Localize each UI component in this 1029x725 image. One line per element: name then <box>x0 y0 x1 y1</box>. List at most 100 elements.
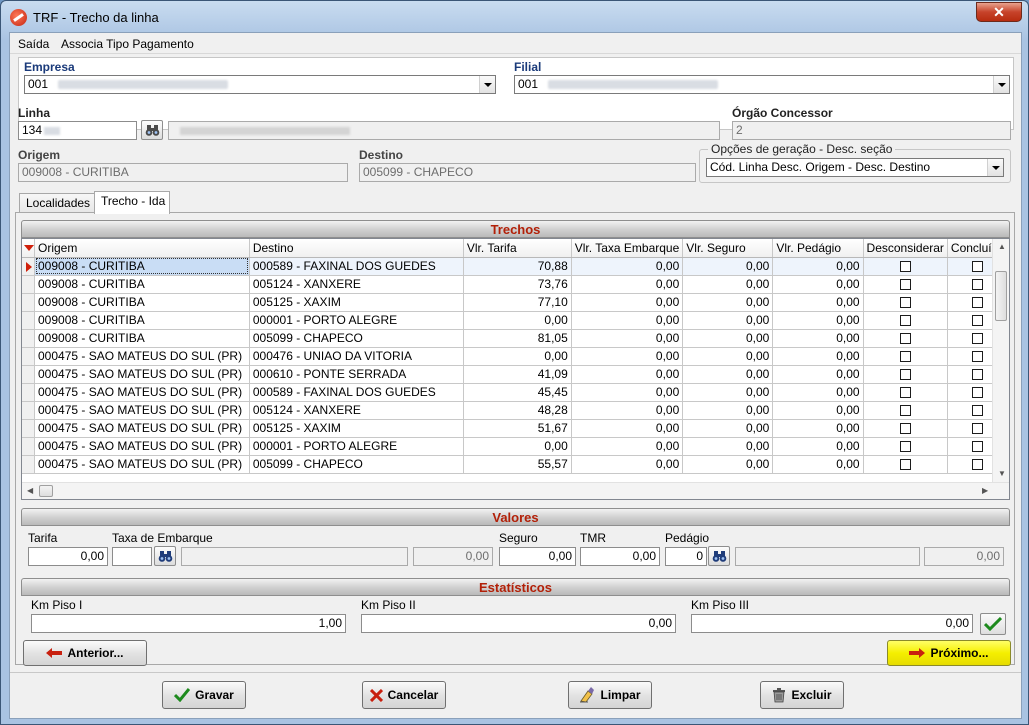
cell-tarifa[interactable]: 0,00 <box>463 437 572 456</box>
taxa-embarque-input[interactable] <box>112 547 152 566</box>
proximo-button[interactable]: Próximo... <box>887 640 1011 666</box>
concluido-checkbox[interactable] <box>972 279 984 291</box>
tab-localidades[interactable]: Localidades <box>19 193 95 213</box>
scroll-up-icon[interactable]: ▲ <box>998 242 1006 251</box>
cell-taxa[interactable]: 0,00 <box>571 329 684 348</box>
linha-input[interactable]: 134 <box>18 121 137 140</box>
cell-seguro[interactable]: 0,00 <box>682 275 774 294</box>
concluido-checkbox[interactable] <box>972 333 984 345</box>
cell-origem[interactable]: 000475 - SAO MATEUS DO SUL (PR) <box>34 419 250 438</box>
scroll-down-icon[interactable]: ▼ <box>998 469 1006 478</box>
cell-destino[interactable]: 005125 - XAXIM <box>249 293 464 312</box>
cell-destino[interactable]: 000001 - PORTO ALEGRE <box>249 437 464 456</box>
cell-seguro[interactable]: 0,00 <box>682 437 774 456</box>
desconsiderar-checkbox[interactable] <box>899 459 911 471</box>
km-piso-1-input[interactable]: 1,00 <box>31 614 346 633</box>
km-piso-3-input[interactable]: 0,00 <box>691 614 973 633</box>
scroll-right-icon[interactable]: ▶ <box>982 486 988 495</box>
cell-pedagio[interactable]: 0,00 <box>772 329 864 348</box>
desconsiderar-checkbox[interactable] <box>899 261 911 273</box>
horizontal-scrollbar[interactable]: ◀ ▶ <box>22 482 1009 499</box>
cell-destino[interactable]: 005099 - CHAPECO <box>249 329 464 348</box>
vertical-scroll-thumb[interactable] <box>995 271 1007 321</box>
cell-destino[interactable]: 000589 - FAXINAL DOS GUEDES <box>249 257 464 276</box>
menu-saida[interactable]: Saída <box>18 37 49 51</box>
column-header-desconsiderar[interactable]: Desconsiderar <box>863 239 948 258</box>
cell-taxa[interactable]: 0,00 <box>571 383 684 402</box>
table-row[interactable]: 000475 - SAO MATEUS DO SUL (PR) 005125 - … <box>22 419 1009 438</box>
cell-origem[interactable]: 009008 - CURITIBA <box>34 257 250 276</box>
cell-origem[interactable]: 000475 - SAO MATEUS DO SUL (PR) <box>34 347 250 366</box>
chevron-down-icon[interactable] <box>987 159 1003 176</box>
concluido-checkbox[interactable] <box>972 351 984 363</box>
cell-destino[interactable]: 005124 - XANXERE <box>249 401 464 420</box>
horizontal-scroll-thumb[interactable] <box>39 485 53 497</box>
linha-search-button[interactable] <box>141 120 163 140</box>
concluido-checkbox[interactable] <box>972 387 984 399</box>
gravar-button[interactable]: Gravar <box>162 681 246 709</box>
cell-origem[interactable]: 000475 - SAO MATEUS DO SUL (PR) <box>34 383 250 402</box>
row-indicator[interactable] <box>22 437 35 456</box>
cell-origem[interactable]: 009008 - CURITIBA <box>34 293 250 312</box>
row-indicator[interactable] <box>22 455 35 474</box>
concluido-checkbox[interactable] <box>972 315 984 327</box>
desconsiderar-checkbox[interactable] <box>899 315 911 327</box>
column-header-destino[interactable]: Destino <box>249 239 464 258</box>
cell-pedagio[interactable]: 0,00 <box>772 401 864 420</box>
cell-destino[interactable]: 005099 - CHAPECO <box>249 455 464 474</box>
cell-tarifa[interactable]: 51,67 <box>463 419 572 438</box>
cell-seguro[interactable]: 0,00 <box>682 419 774 438</box>
cell-pedagio[interactable]: 0,00 <box>772 437 864 456</box>
concluido-checkbox[interactable] <box>972 423 984 435</box>
chevron-down-icon[interactable] <box>993 76 1009 93</box>
cell-origem[interactable]: 000475 - SAO MATEUS DO SUL (PR) <box>34 437 250 456</box>
desconsiderar-checkbox[interactable] <box>899 279 911 291</box>
cell-destino[interactable]: 005125 - XAXIM <box>249 419 464 438</box>
row-indicator[interactable] <box>22 329 35 348</box>
cell-origem[interactable]: 000475 - SAO MATEUS DO SUL (PR) <box>34 455 250 474</box>
table-row[interactable]: 009008 - CURITIBA 005125 - XAXIM 77,10 0,00… <box>22 293 1009 312</box>
table-row[interactable]: 009008 - CURITIBA 000589 - FAXINAL DOS GU… <box>22 257 1009 276</box>
chevron-down-icon[interactable] <box>479 76 495 93</box>
trechos-grid[interactable]: Origem Destino Vlr. Tarifa Vlr. Taxa Emb… <box>21 238 1010 500</box>
cell-seguro[interactable]: 0,00 <box>682 329 774 348</box>
cell-tarifa[interactable]: 70,88 <box>463 257 572 276</box>
concluido-checkbox[interactable] <box>972 369 984 381</box>
cell-taxa[interactable]: 0,00 <box>571 275 684 294</box>
row-indicator[interactable] <box>22 365 35 384</box>
cell-pedagio[interactable]: 0,00 <box>772 347 864 366</box>
row-indicator[interactable] <box>22 293 35 312</box>
cell-destino[interactable]: 000589 - FAXINAL DOS GUEDES <box>249 383 464 402</box>
table-row[interactable]: 000475 - SAO MATEUS DO SUL (PR) 005099 - … <box>22 455 1009 474</box>
desconsiderar-checkbox[interactable] <box>899 387 911 399</box>
pedagio-search-button[interactable] <box>708 546 730 566</box>
cell-taxa[interactable]: 0,00 <box>571 365 684 384</box>
cell-pedagio[interactable]: 0,00 <box>772 365 864 384</box>
cell-tarifa[interactable]: 55,57 <box>463 455 572 474</box>
cell-destino[interactable]: 000001 - PORTO ALEGRE <box>249 311 464 330</box>
column-header-vlr-pedagio[interactable]: Vlr. Pedágio <box>772 239 864 258</box>
desconsiderar-checkbox[interactable] <box>899 297 911 309</box>
anterior-button[interactable]: Anterior... <box>23 640 147 666</box>
pedagio-input[interactable]: 0 <box>665 547 707 566</box>
cell-taxa[interactable]: 0,00 <box>571 257 684 276</box>
table-row[interactable]: 000475 - SAO MATEUS DO SUL (PR) 000001 - … <box>22 437 1009 456</box>
concluido-checkbox[interactable] <box>972 441 984 453</box>
table-row[interactable]: 000475 - SAO MATEUS DO SUL (PR) 000589 - … <box>22 383 1009 402</box>
cell-pedagio[interactable]: 0,00 <box>772 311 864 330</box>
row-indicator[interactable] <box>22 311 35 330</box>
cancelar-button[interactable]: Cancelar <box>362 681 446 709</box>
cell-tarifa[interactable]: 77,10 <box>463 293 572 312</box>
table-row[interactable]: 009008 - CURITIBA 000001 - PORTO ALEGRE 0,… <box>22 311 1009 330</box>
desconsiderar-checkbox[interactable] <box>899 369 911 381</box>
tab-trecho-ida[interactable]: Trecho - Ida <box>94 191 170 214</box>
sort-column-header[interactable] <box>22 239 35 258</box>
row-indicator[interactable] <box>22 383 35 402</box>
cell-destino[interactable]: 000610 - PONTE SERRADA <box>249 365 464 384</box>
cell-taxa[interactable]: 0,00 <box>571 347 684 366</box>
cell-origem[interactable]: 009008 - CURITIBA <box>34 275 250 294</box>
cell-seguro[interactable]: 0,00 <box>682 347 774 366</box>
empresa-select[interactable]: 001 <box>24 75 496 94</box>
cell-tarifa[interactable]: 41,09 <box>463 365 572 384</box>
table-row[interactable]: 000475 - SAO MATEUS DO SUL (PR) 005124 - … <box>22 401 1009 420</box>
